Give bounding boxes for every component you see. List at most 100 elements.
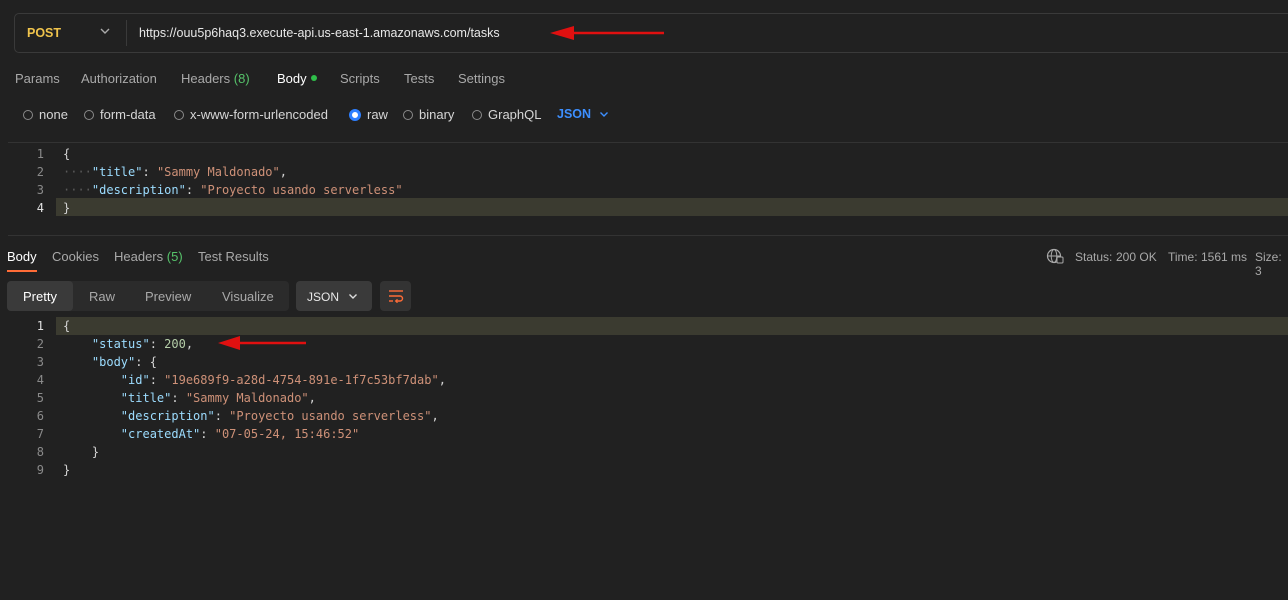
tab-headers[interactable]: Headers (8) [181, 71, 250, 86]
line-number: 8 [36, 445, 44, 459]
radio-label: GraphQL [488, 107, 542, 122]
line-number: 3 [36, 183, 44, 197]
tab-headers-count: (8) [233, 71, 250, 86]
wrap-lines-icon [388, 289, 404, 303]
response-tab-headers[interactable]: Headers (5) [114, 249, 183, 264]
radio-graphql[interactable]: GraphQL [472, 107, 541, 122]
globe-network-icon[interactable] [1046, 248, 1064, 264]
status-value[interactable]: 200 OK [1116, 250, 1157, 264]
json-string: "07-05-24, 15:46:52" [214, 427, 360, 441]
response-tab-headers-count: (5) [166, 249, 183, 264]
radio-icon [84, 109, 94, 120]
tab-scripts[interactable]: Scripts [340, 71, 380, 86]
method-select[interactable]: POST [27, 26, 61, 40]
response-body-viewer[interactable]: 1 2 3 4 5 6 7 8 9 { "status": 200, "body… [8, 316, 1288, 496]
size-label[interactable]: Size: 3 [1255, 250, 1288, 278]
json-string: "Proyecto usando serverless" [200, 183, 403, 197]
radio-icon [472, 109, 482, 120]
annotation-arrow-icon [548, 24, 666, 42]
radio-label: form-data [100, 107, 156, 122]
code-line: } [63, 201, 71, 215]
line-number: 5 [36, 391, 44, 405]
view-visualize-button[interactable]: Visualize [222, 289, 274, 304]
request-body-editor[interactable]: 1 2 3 4 { ····"title": "Sammy Maldonado"… [8, 142, 1288, 236]
response-tab-body[interactable]: Body [7, 249, 37, 264]
json-key: "title" [120, 391, 172, 405]
tab-params[interactable]: Params [15, 71, 60, 86]
current-line-highlight [56, 198, 1288, 216]
json-key: "body" [91, 355, 136, 369]
tab-body-label: Body [277, 71, 307, 86]
radio-label: x-www-form-urlencoded [190, 107, 328, 122]
line-number: 6 [36, 409, 44, 423]
json-key: "createdAt" [120, 427, 201, 441]
code-line: ····"title": "Sammy Maldonado", [63, 165, 287, 179]
radio-icon [403, 109, 413, 120]
time-value[interactable]: 1561 ms [1201, 250, 1247, 264]
line-number: 7 [36, 427, 44, 441]
code-line: ····"description": "Proyecto usando serv… [63, 183, 403, 197]
response-tab-headers-label: Headers [114, 249, 164, 264]
body-format-label: JSON [557, 107, 592, 121]
code-line: "createdAt": "07-05-24, 15:46:52" [120, 427, 360, 441]
active-tab-underline [7, 270, 37, 272]
radio-none[interactable]: none [23, 107, 68, 122]
tab-headers-label: Headers [181, 71, 231, 86]
status-label: Status: [1075, 250, 1113, 264]
tab-settings[interactable]: Settings [458, 71, 505, 86]
json-string: "19e689f9-a28d-4754-891e-1f7c53bf7dab" [164, 373, 439, 387]
json-key: "description" [91, 183, 186, 197]
code-line: "body": { [91, 355, 157, 369]
tab-tests[interactable]: Tests [404, 71, 434, 86]
code-line: { [63, 147, 71, 161]
radio-raw[interactable]: raw [349, 107, 388, 122]
line-number: 3 [36, 355, 44, 369]
response-tab-cookies[interactable]: Cookies [52, 249, 99, 264]
json-number: 200 [164, 337, 186, 351]
url-input[interactable]: https://ouu5p6haq3.execute-api.us-east-1… [139, 26, 500, 40]
response-format-select[interactable]: JSON [296, 281, 372, 311]
json-string: "Proyecto usando serverless" [229, 409, 432, 423]
code-line: } [63, 463, 71, 477]
line-number: 4 [36, 201, 44, 215]
chevron-down-icon[interactable] [99, 25, 111, 37]
code-line: { [63, 319, 71, 333]
json-key: "title" [91, 165, 143, 179]
modified-dot-icon [310, 75, 317, 81]
radio-label: binary [419, 107, 455, 122]
radio-label: raw [367, 107, 388, 122]
json-key: "description" [120, 409, 215, 423]
line-number: 1 [36, 147, 44, 161]
json-string: "Sammy Maldonado" [156, 165, 280, 179]
radio-label: none [39, 107, 68, 122]
radio-binary[interactable]: binary [403, 107, 454, 122]
line-number: 1 [36, 319, 44, 333]
radio-form-data[interactable]: form-data [84, 107, 156, 122]
wrap-lines-button[interactable] [380, 281, 411, 311]
annotation-arrow-icon [216, 334, 308, 352]
view-pretty-button[interactable]: Pretty [23, 289, 57, 304]
chevron-down-icon [599, 109, 609, 119]
line-number: 4 [36, 373, 44, 387]
current-line-highlight [56, 317, 1288, 335]
body-format-select[interactable]: JSON [557, 107, 609, 121]
line-number: 2 [36, 337, 44, 351]
line-number: 9 [36, 463, 44, 477]
response-format-label: JSON [307, 290, 340, 304]
chevron-down-icon [348, 291, 358, 301]
radio-selected-icon [349, 108, 361, 121]
tab-body[interactable]: Body [277, 71, 317, 86]
code-line: "status": 200, [91, 337, 194, 351]
tab-authorization[interactable]: Authorization [81, 71, 157, 86]
code-line: "title": "Sammy Maldonado", [120, 391, 316, 405]
response-tab-test-results[interactable]: Test Results [198, 249, 269, 264]
line-number: 2 [36, 165, 44, 179]
code-line: "description": "Proyecto usando serverle… [120, 409, 439, 423]
radio-icon [23, 109, 33, 120]
json-key: "status" [91, 337, 150, 351]
view-preview-button[interactable]: Preview [145, 289, 191, 304]
radio-icon [174, 109, 184, 120]
radio-urlencoded[interactable]: x-www-form-urlencoded [174, 107, 328, 122]
view-raw-button[interactable]: Raw [89, 289, 115, 304]
time-label: Time: [1168, 250, 1198, 264]
